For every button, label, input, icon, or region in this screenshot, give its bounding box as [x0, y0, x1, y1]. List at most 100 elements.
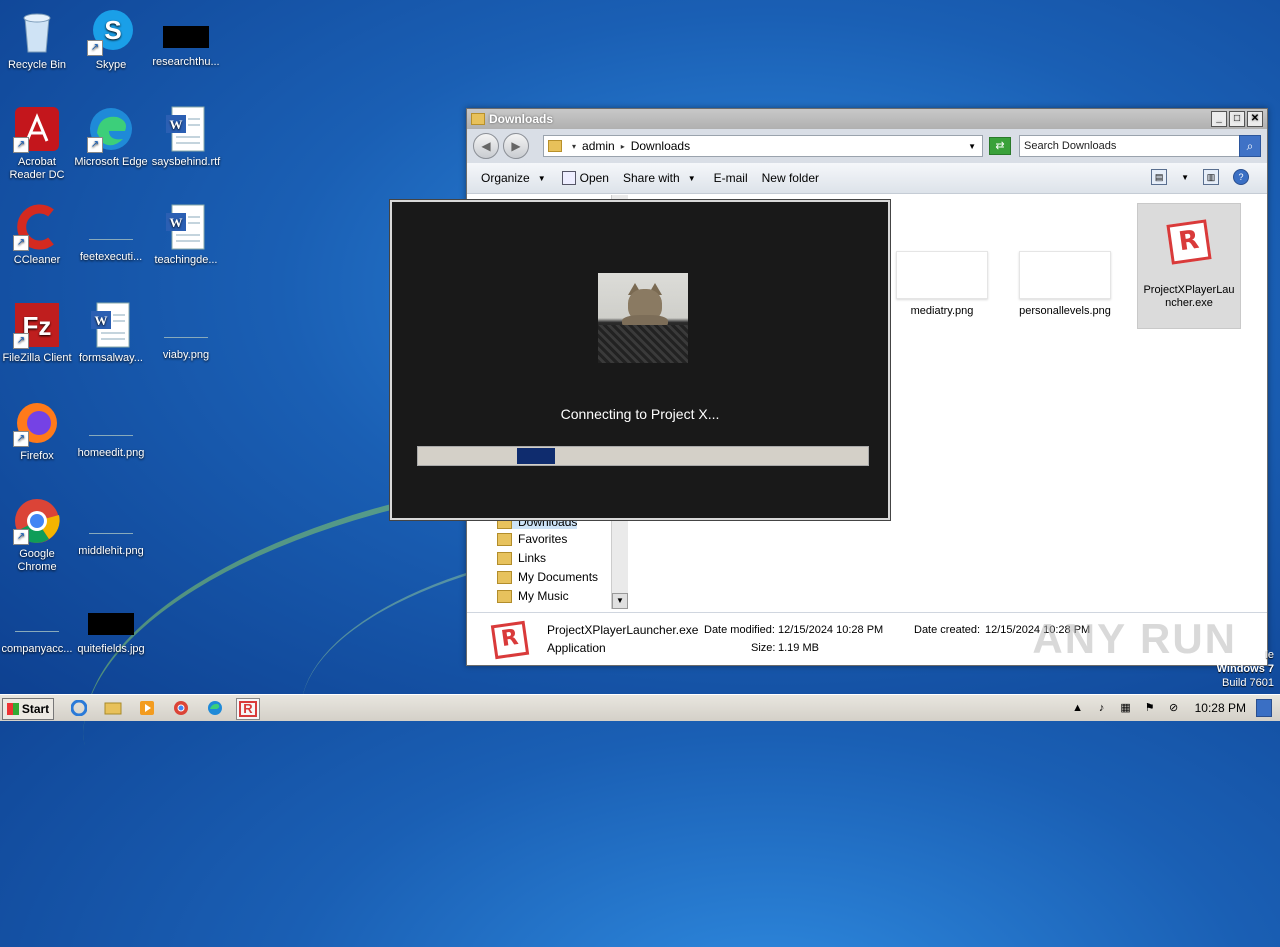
desktop-icon-quitefields[interactable]: quitefields.jpg — [74, 595, 148, 656]
nav-item-favorites[interactable]: Favorites — [497, 532, 567, 546]
file-item-mediatry[interactable]: mediatry.png — [892, 251, 992, 317]
roblox-icon: R — [490, 620, 530, 660]
svg-text:W: W — [95, 313, 108, 328]
details-pane: R ProjectXPlayerLauncher.exe Application… — [467, 612, 1267, 665]
desktop-icon-firefox[interactable]: ↗ Firefox — [0, 399, 74, 463]
folder-icon — [497, 570, 512, 584]
folder-icon — [548, 140, 562, 152]
chevron-right-icon: ▾ — [572, 141, 577, 151]
desktop-icon-edge[interactable]: ↗ Microsoft Edge — [74, 105, 148, 169]
desktop-icon-saysbehind[interactable]: W saysbehind.rtf — [149, 105, 223, 169]
volume-icon[interactable]: ♪ — [1095, 701, 1109, 715]
desktop-icon-researchthu[interactable]: researchthu... — [149, 8, 223, 69]
desktop-icon-companyacc[interactable]: companyacc... — [0, 595, 74, 656]
nav-item-my-documents[interactable]: My Documents — [497, 570, 598, 584]
chevron-down-icon[interactable]: ▼ — [968, 142, 976, 151]
progress-bar — [417, 446, 869, 466]
help-icon[interactable]: ? — [1233, 169, 1249, 185]
desktop-icon-middlehit[interactable]: middlehit.png — [74, 497, 148, 558]
desktop-icon-chrome[interactable]: ↗ Google Chrome — [0, 497, 74, 574]
folder-icon — [497, 532, 512, 546]
no-entry-icon[interactable]: ⊘ — [1167, 701, 1181, 715]
chevron-down-icon: ▼ — [687, 173, 696, 183]
desktop-icon-skype[interactable]: S ↗ Skype — [74, 8, 148, 72]
maximize-button[interactable]: □ — [1229, 111, 1245, 127]
close-button[interactable]: ✕ — [1247, 111, 1263, 127]
blank-image-thumb — [15, 611, 59, 632]
word-doc-icon: W — [162, 105, 210, 153]
black-image-thumb — [163, 26, 209, 48]
new-folder-button[interactable]: New folder — [762, 171, 819, 185]
file-item-projectx-launcher[interactable]: R ProjectXPlayerLauncher.exe — [1137, 203, 1241, 329]
start-button[interactable]: Start — [2, 698, 54, 720]
nav-item-links[interactable]: Links — [497, 551, 546, 565]
file-item-personallevels[interactable]: personallevels.png — [1015, 251, 1115, 317]
folder-icon — [497, 551, 512, 565]
chevron-up-icon[interactable]: ▲ — [1071, 701, 1085, 715]
details-created-label: Date created: — [914, 624, 981, 636]
anyrun-watermark: ANY RUN — [1032, 615, 1237, 662]
taskbar: Start R ▲ ♪ ▦ ⚑ ⊘ 10:28 PM — [0, 694, 1280, 721]
cat-image — [598, 273, 688, 363]
explorer-icon[interactable] — [102, 698, 124, 718]
ie-icon[interactable] — [68, 698, 90, 718]
details-type: Application — [547, 641, 606, 655]
breadcrumb-admin[interactable]: admin — [582, 139, 615, 153]
ccleaner-icon: ↗ — [13, 203, 61, 251]
email-button[interactable]: E-mail — [714, 171, 748, 185]
desktop-icon-homeedit[interactable]: homeedit.png — [74, 399, 148, 460]
desktop-icon-ccleaner[interactable]: ↗ CCleaner — [0, 203, 74, 267]
details-size: 1.19 MB — [778, 642, 819, 654]
chevron-right-icon: ▸ — [620, 141, 625, 151]
edge-icon[interactable] — [204, 698, 226, 718]
clock[interactable]: 10:28 PM — [1195, 701, 1246, 715]
command-bar: Organize ▼ Open Share with ▼ E-mail New fo… — [467, 163, 1267, 194]
minimize-button[interactable]: _ — [1211, 111, 1227, 127]
address-bar[interactable]: ▾ admin ▸ Downloads ▼ — [543, 135, 983, 157]
nav-item-my-music[interactable]: My Music — [497, 589, 569, 603]
share-with-button[interactable]: Share with ▼ — [623, 171, 696, 185]
back-button[interactable]: ◀ — [473, 133, 499, 159]
organize-button[interactable]: Organize ▼ — [481, 171, 546, 185]
desktop-icon-viaby[interactable]: viaby.png — [149, 301, 223, 362]
view-options-icon[interactable]: ▤ — [1151, 169, 1168, 185]
window-titlebar[interactable]: Downloads _ □ ✕ — [467, 109, 1267, 129]
desktop-icon-acrobat[interactable]: ↗ Acrobat Reader DC — [0, 105, 74, 182]
chrome-icon[interactable] — [170, 698, 192, 718]
roblox-icon[interactable]: R — [236, 698, 260, 720]
search-icon[interactable]: ⌕ — [1239, 135, 1261, 157]
address-bar-row: ◀ ▶ ▾ admin ▸ Downloads ▼ ⇄ Search Downl… — [467, 129, 1267, 163]
details-modified: 12/15/2024 10:28 PM — [778, 624, 884, 636]
connecting-status-text: Connecting to Project X... — [560, 406, 720, 422]
preview-pane-icon[interactable]: ▥ — [1203, 169, 1219, 185]
chevron-down-icon[interactable]: ▼ — [1181, 173, 1189, 182]
blank-image-thumb — [164, 317, 208, 338]
scroll-down-icon[interactable]: ▼ — [612, 593, 628, 609]
filezilla-icon: Fz ↗ — [13, 301, 61, 349]
forward-button[interactable]: ▶ — [503, 133, 529, 159]
window-title: Downloads — [489, 112, 554, 126]
word-doc-icon: W — [87, 301, 135, 349]
open-button[interactable]: Open — [561, 171, 609, 185]
desktop-icon-filezilla[interactable]: Fz ↗ FileZilla Client — [0, 301, 74, 365]
image-thumbnail — [1019, 251, 1111, 299]
flag-icon[interactable]: ⚑ — [1143, 701, 1157, 715]
acrobat-icon: ↗ — [13, 105, 61, 153]
svg-text:W: W — [170, 215, 183, 230]
breadcrumb-downloads[interactable]: Downloads — [631, 139, 690, 153]
show-desktop-button[interactable] — [1256, 699, 1272, 717]
open-icon — [561, 171, 576, 185]
media-player-icon[interactable] — [136, 698, 158, 718]
refresh-icon[interactable]: ⇄ — [989, 137, 1011, 155]
svg-text:S: S — [104, 15, 121, 45]
recycle-bin-icon — [13, 8, 61, 56]
search-input[interactable]: Search Downloads — [1019, 135, 1243, 157]
desktop-icon-recycle-bin[interactable]: Recycle Bin — [0, 8, 74, 72]
desktop-icon-formsalway[interactable]: W formsalway... — [74, 301, 148, 365]
desktop-icon-feetexecuti[interactable]: feetexecuti... — [74, 203, 148, 264]
network-icon[interactable]: ▦ — [1119, 701, 1133, 715]
folder-icon — [471, 113, 485, 125]
chrome-icon: ↗ — [13, 497, 61, 545]
desktop-icon-teachingde[interactable]: W teachingde... — [149, 203, 223, 267]
launcher-dialog[interactable]: Connecting to Project X... — [390, 200, 890, 520]
